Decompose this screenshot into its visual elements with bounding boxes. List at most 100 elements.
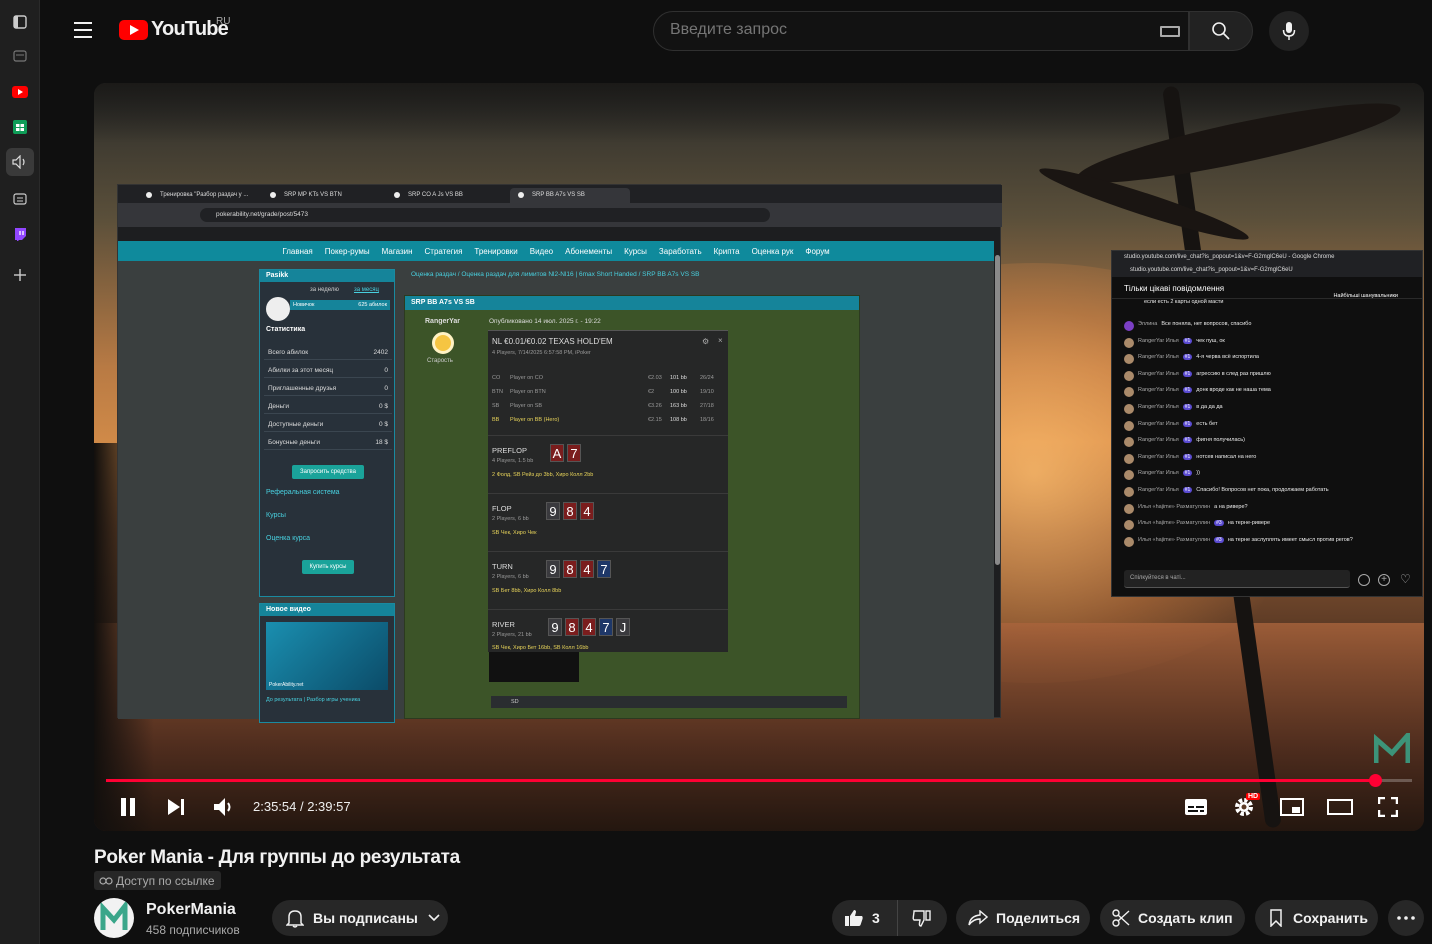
top-fans-badge[interactable]: Найбільші шанувальники [1333,293,1398,299]
search-input[interactable] [670,21,1140,39]
nav-item[interactable]: Оценка рук [752,247,794,256]
nav-item[interactable]: Форум [805,247,829,256]
audio-icon[interactable] [6,148,34,176]
nav-item[interactable]: Покер-румы [325,247,370,256]
chat-input[interactable]: Спілкуйтеся в чаті... [1124,570,1350,588]
chat-author[interactable]: RangerYar Илья [1138,487,1179,493]
street-name: FLOP [492,504,512,513]
new-video-card[interactable]: Новое видео PokerAbility.net До результа… [259,603,395,723]
media-icon[interactable] [6,185,34,213]
browser-tab-active[interactable]: SRP BB A7s VS SB [510,188,630,203]
youtube-logo[interactable]: YouTube [119,18,229,41]
nav-item[interactable]: Магазин [382,247,413,256]
visibility-badge: Доступ по ссылке [94,871,221,890]
nav-item[interactable]: Тренировки [474,247,517,256]
nav-item[interactable]: Видео [530,247,553,256]
more-actions-button[interactable] [1388,900,1424,936]
youtube-app-icon[interactable] [6,78,34,106]
mute-button[interactable] [208,793,240,821]
month-tab[interactable]: за месяц [354,287,379,293]
rate-course-link[interactable]: Оценка курса [266,535,310,542]
chat-avatar [1124,370,1134,381]
withdraw-button[interactable]: Запросить средства [292,465,364,479]
channel-name[interactable]: PokerMania [146,901,236,919]
chat-author[interactable]: Илья «hajime» Рахматуллин [1138,537,1210,543]
theater-mode-button[interactable] [1324,793,1356,821]
subtitles-icon [1185,799,1207,815]
chat-author[interactable]: RangerYar Илья [1138,404,1179,410]
add-app-icon[interactable] [6,261,34,289]
board-cards: 9847J [548,618,633,637]
twitch-app-icon[interactable] [6,220,34,248]
chat-author[interactable]: RangerYar Илья [1138,354,1179,360]
breadcrumb[interactable]: Оценка раздач / Оценка раздач для лимито… [411,271,700,278]
post-author[interactable]: RangerYar [425,318,460,325]
nav-item[interactable]: Стратегия [425,247,463,256]
create-clip-button[interactable]: Создать клип [1100,900,1245,936]
player-bb: 100 bb [670,389,687,395]
tabs-icon[interactable] [6,42,34,70]
browser-tab[interactable]: Тренировка "Разбор раздач у ... [138,188,258,203]
hd-badge: HD [1246,793,1261,800]
sheets-app-icon[interactable] [6,113,34,141]
search-button[interactable] [1189,11,1253,51]
nav-item[interactable]: Главная [282,247,312,256]
chat-author[interactable]: RangerYar Илья [1138,371,1179,377]
settings-icon[interactable]: ⚙ [702,337,709,346]
pause-button[interactable] [112,793,144,821]
search-icon [1212,22,1230,40]
next-button[interactable] [160,793,192,821]
browser-tab[interactable]: SRP MP KTs VS BTN [262,188,382,203]
chat-text: )) [1196,470,1200,477]
save-button[interactable]: Сохранить [1255,900,1378,936]
video-caption[interactable]: До результата | Разбор игры ученика [266,697,360,703]
chat-author[interactable]: RangerYar Илья [1138,454,1179,460]
nav-item[interactable]: Курсы [624,247,647,256]
add-icon[interactable]: + [1378,574,1390,586]
keyboard-icon[interactable] [1160,26,1180,37]
sidebar-toggle-icon[interactable] [6,8,34,36]
nav-item[interactable]: Крипта [714,247,740,256]
chat-avatar [1124,337,1134,348]
emoji-icon[interactable] [1358,574,1370,586]
close-icon[interactable]: × [718,336,723,345]
user-rank: Новичок [293,302,315,308]
share-button[interactable]: Поделиться [956,900,1090,936]
fullscreen-button[interactable] [1372,793,1404,821]
nav-item[interactable]: Заработать [659,247,702,256]
dislike-button[interactable] [898,900,946,936]
browser-address-bar[interactable]: pokerability.net/grade/post/5473 [200,208,770,222]
video-thumbnail[interactable]: PokerAbility.net [266,622,388,690]
nav-item[interactable]: Абонементы [565,247,612,256]
user-avatar [266,297,290,321]
subscribed-button[interactable]: Вы подписаны [272,900,448,936]
like-button[interactable]: 3 [832,900,898,936]
chat-author[interactable]: RangerYar Илья [1138,470,1179,476]
chat-author[interactable]: Эллина [1138,321,1157,327]
voice-search-button[interactable] [1269,11,1309,51]
browser-tab[interactable]: SRP CO A Js VS BB [386,188,506,203]
subtitles-button[interactable] [1180,793,1212,821]
chat-author[interactable]: Илья «hajime» Рахматуллин [1138,520,1210,526]
courses-link[interactable]: Курсы [266,512,286,519]
youtube-play-icon [119,19,148,40]
video-player[interactable]: Тренировка "Разбор раздач у ... SRP MP K… [94,83,1424,831]
settings-button[interactable]: HD [1228,793,1261,821]
channel-avatar[interactable] [94,898,134,938]
progress-bar[interactable] [106,774,1412,787]
miniplayer-button[interactable] [1276,793,1308,821]
chat-text: на терне заслуплять имеет смысл против р… [1227,536,1353,543]
chat-author[interactable]: Илья «hajime» Рахматуллин [1138,504,1210,510]
screen-scrollbar[interactable] [995,255,1000,565]
chat-author[interactable]: RangerYar Илья [1138,387,1179,393]
buy-courses-button[interactable]: Купить курсы [302,560,354,574]
heart-icon[interactable]: ♡ [1400,572,1411,586]
menu-icon[interactable] [67,14,99,46]
chat-author[interactable]: RangerYar Илья [1138,437,1179,443]
chat-author[interactable]: RangerYar Илья [1138,421,1179,427]
chat-author[interactable]: RangerYar Илья [1138,338,1179,344]
chat-mode-dropdown[interactable]: Тільки цікаві повідомлення [1124,284,1224,293]
player-stat: 18/16 [700,417,714,423]
chat-message: RangerYar Илья #1 агрессию в след раз приш… [1124,370,1418,381]
referral-link[interactable]: Реферальная система [266,489,340,496]
